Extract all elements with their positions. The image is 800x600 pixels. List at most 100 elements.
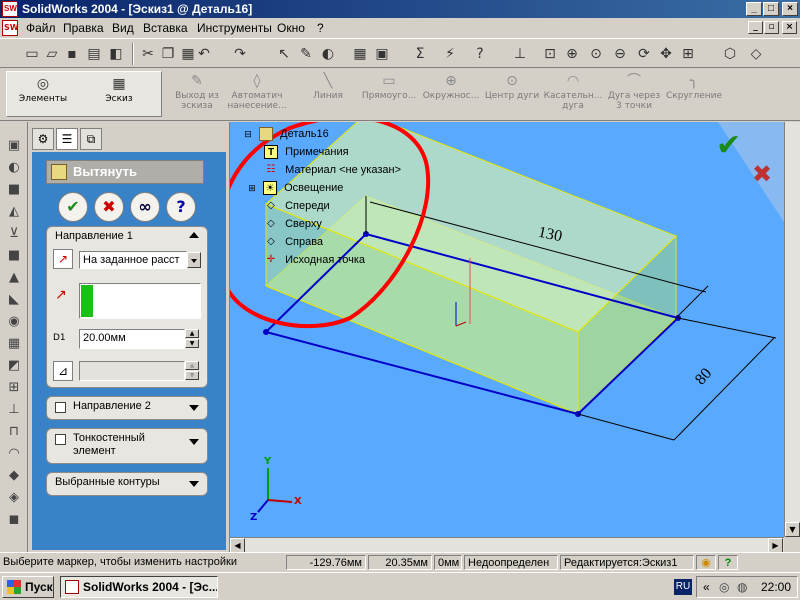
menu-tools[interactable]: Инструменты [197,21,272,35]
print-preview-icon[interactable]: ◧ [106,44,126,64]
reverse-direction-icon[interactable]: ↗ [53,249,73,269]
help-icon[interactable]: ? [470,44,490,64]
filter-icon[interactable]: ⚡ [440,44,460,64]
depth-spin-up[interactable]: ▲ [185,329,199,338]
undo-icon[interactable]: ↶ [194,44,214,64]
scroll-left-arrow-icon[interactable]: ◀ [230,538,245,553]
tree-item-annotations[interactable]: T Примечания [264,144,349,160]
scroll-down-arrow-icon[interactable]: ▼ [785,522,800,537]
rebuild-status-icon[interactable]: ◉ [696,555,716,570]
language-indicator[interactable]: RU [674,579,692,595]
hole-icon[interactable]: ⊓ [4,422,24,442]
shaded-view-icon[interactable]: ◇ [746,44,766,64]
three-point-arc-button[interactable]: ⌒ Дуга через 3 точки [606,73,662,111]
configuration-manager-tab[interactable]: ⧉ [80,128,102,150]
sketch-pencil-icon[interactable]: ✎ [296,44,316,64]
extrude-boss-icon[interactable]: ▣ [4,136,24,156]
scroll-right-arrow-icon[interactable]: ▶ [768,538,783,553]
collapse-icon[interactable] [189,232,199,238]
chamfer-icon[interactable]: ◩ [4,356,24,376]
pattern-icon[interactable]: ◆ [4,466,24,486]
horizontal-scrollbar[interactable]: ◀ ▶ [230,537,784,553]
extrude-cut-icon[interactable]: ⊻ [4,224,24,244]
direction2-group[interactable]: Направление 2 [46,396,208,420]
sketch-relations-icon[interactable]: ⊥ [510,44,530,64]
shell-icon[interactable]: ◉ [4,312,24,332]
minimize-button[interactable]: _ [746,2,762,16]
taskbar-app-button[interactable]: SolidWorks 2004 - [Эс... [60,576,218,598]
menu-window[interactable]: Окно [277,21,305,35]
tree-item-origin[interactable]: ✛ Исходная точка [264,252,365,268]
thin-feature-group[interactable]: Тонкостенный элемент [46,428,208,464]
tree-item-right-plane[interactable]: ◇ Справа [264,234,323,250]
property-manager-tab[interactable]: ☰ [56,128,78,150]
menu-edit[interactable]: Правка [63,21,104,35]
mirror-icon[interactable]: ◈ [4,488,24,508]
fillet-button[interactable]: ╮ Скругление [664,73,724,101]
equations-icon[interactable]: Σ [410,44,430,64]
expand-icon[interactable] [189,439,199,445]
solidworks-logo-icon[interactable] [2,1,18,17]
doc-minimize-button[interactable]: _ [748,21,763,34]
copy-icon[interactable]: ❐ [158,44,178,64]
tree-item-front-plane[interactable]: ◇ Спереди [264,198,330,214]
doc-close-button[interactable]: × [782,21,797,34]
dome-icon[interactable]: ◠ [4,444,24,464]
revolve-icon[interactable]: ◐ [4,158,24,178]
expand-icon[interactable] [189,481,199,487]
isometric-view-icon[interactable]: ⬡ [720,44,740,64]
start-button[interactable]: Пуск [2,576,54,598]
document-icon[interactable] [2,20,19,36]
depth-input[interactable]: 20.00мм [79,329,185,349]
end-condition-select[interactable]: На заданное расст [79,251,187,269]
circle-button[interactable]: ⊕ Окружнос... [420,73,482,101]
revolve-cut-icon[interactable]: ■ [4,246,24,266]
zoom-in-icon[interactable]: ⊕ [562,44,582,64]
tray-speaker-icon[interactable]: ◎ [719,577,729,597]
menu-help[interactable]: ? [317,21,324,35]
expand-icon[interactable] [189,405,199,411]
options-icon[interactable]: ▣ [372,44,392,64]
view-orientation-icon[interactable]: ⊞ [678,44,698,64]
rotate-view-icon[interactable]: ⟳ [634,44,654,64]
line-button[interactable]: ╲ Линия [300,73,356,101]
new-icon[interactable]: ▭ [22,44,42,64]
collapse-toggle-icon[interactable]: ⊟ [244,127,252,141]
reference-geometry-icon[interactable]: ◼ [4,510,24,530]
confirm-ok-icon[interactable]: ✔ [716,128,741,163]
end-condition-dropdown-button[interactable] [187,252,201,268]
close-button[interactable]: × [782,2,798,16]
feature-manager-tab[interactable]: ⚙ [32,128,54,150]
smart-dimension-button[interactable]: ◊ Автоматич нанесение... [226,73,288,111]
doc-restore-button[interactable]: ▫ [764,21,779,34]
menu-view[interactable]: Вид [112,21,134,35]
ok-button[interactable]: ✔ [58,192,88,222]
expand-toggle-icon[interactable]: ⊞ [248,181,256,195]
chevron-left-icon[interactable]: « [703,577,710,597]
menu-file[interactable]: Файл [26,21,56,35]
rebuild-icon[interactable]: ◐ [318,44,338,64]
thin-feature-checkbox[interactable] [55,434,66,445]
select-icon[interactable]: ↖ [274,44,294,64]
graphics-area[interactable]: 130 80 Y X Z ✔ ✖ ⊟ Деталь16 T Примечания… [230,122,784,537]
loft-cut-icon[interactable]: ◣ [4,290,24,310]
help-button[interactable]: ? [166,192,196,222]
sketch-tab[interactable]: ▦ Эскиз [89,76,149,104]
tangent-arc-button[interactable]: ◠ Касательн... дуга [542,73,604,111]
loft-icon[interactable]: ◭ [4,202,24,222]
detailed-preview-button[interactable]: ∞ [130,192,160,222]
zoom-out-icon[interactable]: ⊖ [610,44,630,64]
center-arc-button[interactable]: ⊙ Центр дуги [482,73,542,101]
features-tab[interactable]: ◎ Элементы [13,76,73,104]
sweep-cut-icon[interactable]: ▲ [4,268,24,288]
sweep-icon[interactable]: ■ [4,180,24,200]
depth-spin-down[interactable]: ▼ [185,339,199,348]
menu-insert[interactable]: Вставка [143,21,188,35]
grid-icon[interactable]: ▦ [350,44,370,64]
draft-icon[interactable]: ⊥ [4,400,24,420]
tray-update-icon[interactable]: ◍ [737,577,747,597]
draft-toggle-icon[interactable]: ⊿ [53,361,73,381]
zoom-fit-icon[interactable]: ⊡ [540,44,560,64]
rib-icon[interactable]: ⊞ [4,378,24,398]
tree-item-material[interactable]: ☷ Материал <не указан> [264,162,401,178]
